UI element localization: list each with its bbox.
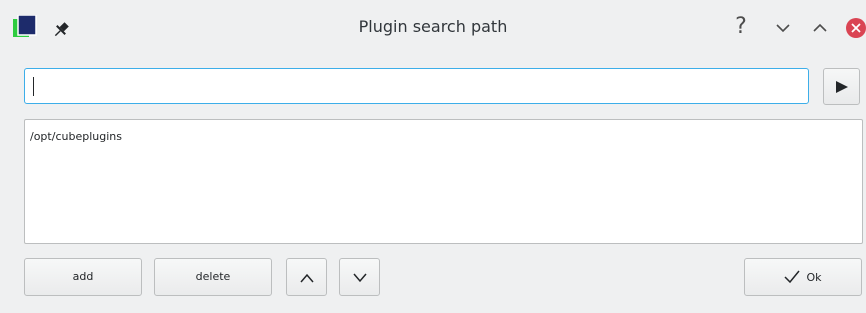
title-bar: Plugin search path ? — [0, 0, 866, 58]
delete-button[interactable]: delete — [154, 258, 272, 296]
chevron-up-icon[interactable] — [807, 14, 833, 42]
path-list[interactable]: /opt/cubeplugins — [24, 119, 863, 244]
path-input[interactable] — [24, 68, 809, 104]
ok-label: Ok — [806, 270, 822, 284]
checkmark-icon — [784, 270, 801, 284]
add-button[interactable]: add — [24, 258, 142, 296]
chevron-down-icon[interactable] — [770, 14, 796, 42]
play-icon — [836, 81, 848, 93]
text-cursor — [33, 77, 34, 96]
chevron-up-icon — [300, 273, 314, 283]
close-icon[interactable] — [843, 14, 866, 42]
run-button[interactable] — [823, 68, 860, 105]
move-down-button[interactable] — [339, 258, 380, 296]
help-icon[interactable]: ? — [728, 13, 754, 41]
ok-button[interactable]: Ok — [744, 258, 862, 296]
chevron-down-icon — [353, 273, 367, 283]
move-up-button[interactable] — [286, 258, 327, 296]
list-item[interactable]: /opt/cubeplugins — [30, 130, 122, 143]
